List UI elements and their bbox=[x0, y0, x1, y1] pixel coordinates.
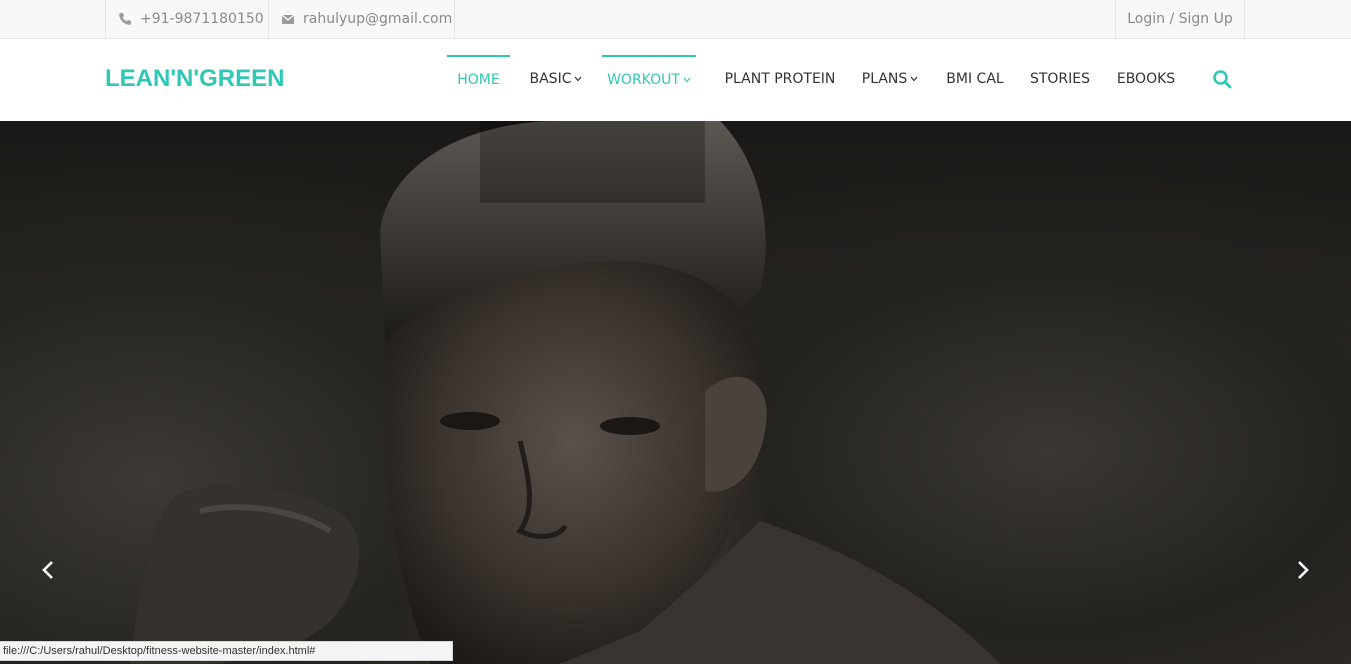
nav-plans-label: PLANS bbox=[861, 71, 908, 87]
nav-stories[interactable]: STORIES bbox=[1026, 55, 1094, 103]
email-address: rahulyup@gmail.com bbox=[303, 11, 453, 27]
site-logo[interactable]: LEAN'N'GREEN bbox=[105, 65, 284, 93]
nav-bmi-cal-label: BMI CAL bbox=[946, 71, 1004, 87]
login-signup-link[interactable]: Login / Sign Up bbox=[1115, 0, 1245, 38]
nav-basic-label: BASIC bbox=[529, 71, 572, 87]
nav-home[interactable]: HOME bbox=[447, 55, 510, 103]
chevron-down-icon bbox=[683, 77, 691, 83]
chevron-down-icon bbox=[910, 76, 918, 82]
nav-plant-protein[interactable]: PLANT PROTEIN bbox=[720, 55, 840, 103]
nav-basic[interactable]: BASIC bbox=[524, 55, 588, 103]
chevron-left-icon[interactable] bbox=[38, 559, 58, 581]
nav-ebooks-label: EBOOKS bbox=[1116, 71, 1176, 87]
chevron-down-icon bbox=[574, 76, 582, 82]
hero-slider bbox=[0, 121, 1351, 664]
phone-icon bbox=[118, 12, 132, 26]
main-header: LEAN'N'GREEN HOME BASIC WORKOUT PLANT PR… bbox=[0, 39, 1351, 121]
envelope-icon bbox=[281, 12, 295, 26]
nav-bmi-cal[interactable]: BMI CAL bbox=[942, 55, 1008, 103]
workout-dropdown-menu bbox=[480, 121, 705, 203]
browser-status-url: file:///C:/Users/rahul/Desktop/fitness-w… bbox=[0, 641, 453, 661]
nav-plans[interactable]: PLANS bbox=[856, 55, 924, 103]
phone-number: +91-9871180150 bbox=[140, 11, 264, 27]
phone-contact[interactable]: +91-9871180150 bbox=[105, 0, 269, 38]
chevron-right-icon[interactable] bbox=[1293, 559, 1313, 581]
nav-plant-protein-label: PLANT PROTEIN bbox=[724, 71, 836, 87]
nav-workout-label: WORKOUT bbox=[607, 72, 680, 88]
search-icon[interactable] bbox=[1212, 69, 1232, 89]
nav-workout[interactable]: WORKOUT bbox=[602, 55, 696, 103]
nav-home-label: HOME bbox=[457, 72, 500, 88]
nav-stories-label: STORIES bbox=[1029, 71, 1091, 87]
nav-ebooks[interactable]: EBOOKS bbox=[1112, 55, 1180, 103]
top-contact-bar: +91-9871180150 rahulyup@gmail.com Login … bbox=[0, 0, 1351, 39]
email-contact[interactable]: rahulyup@gmail.com bbox=[269, 0, 455, 38]
